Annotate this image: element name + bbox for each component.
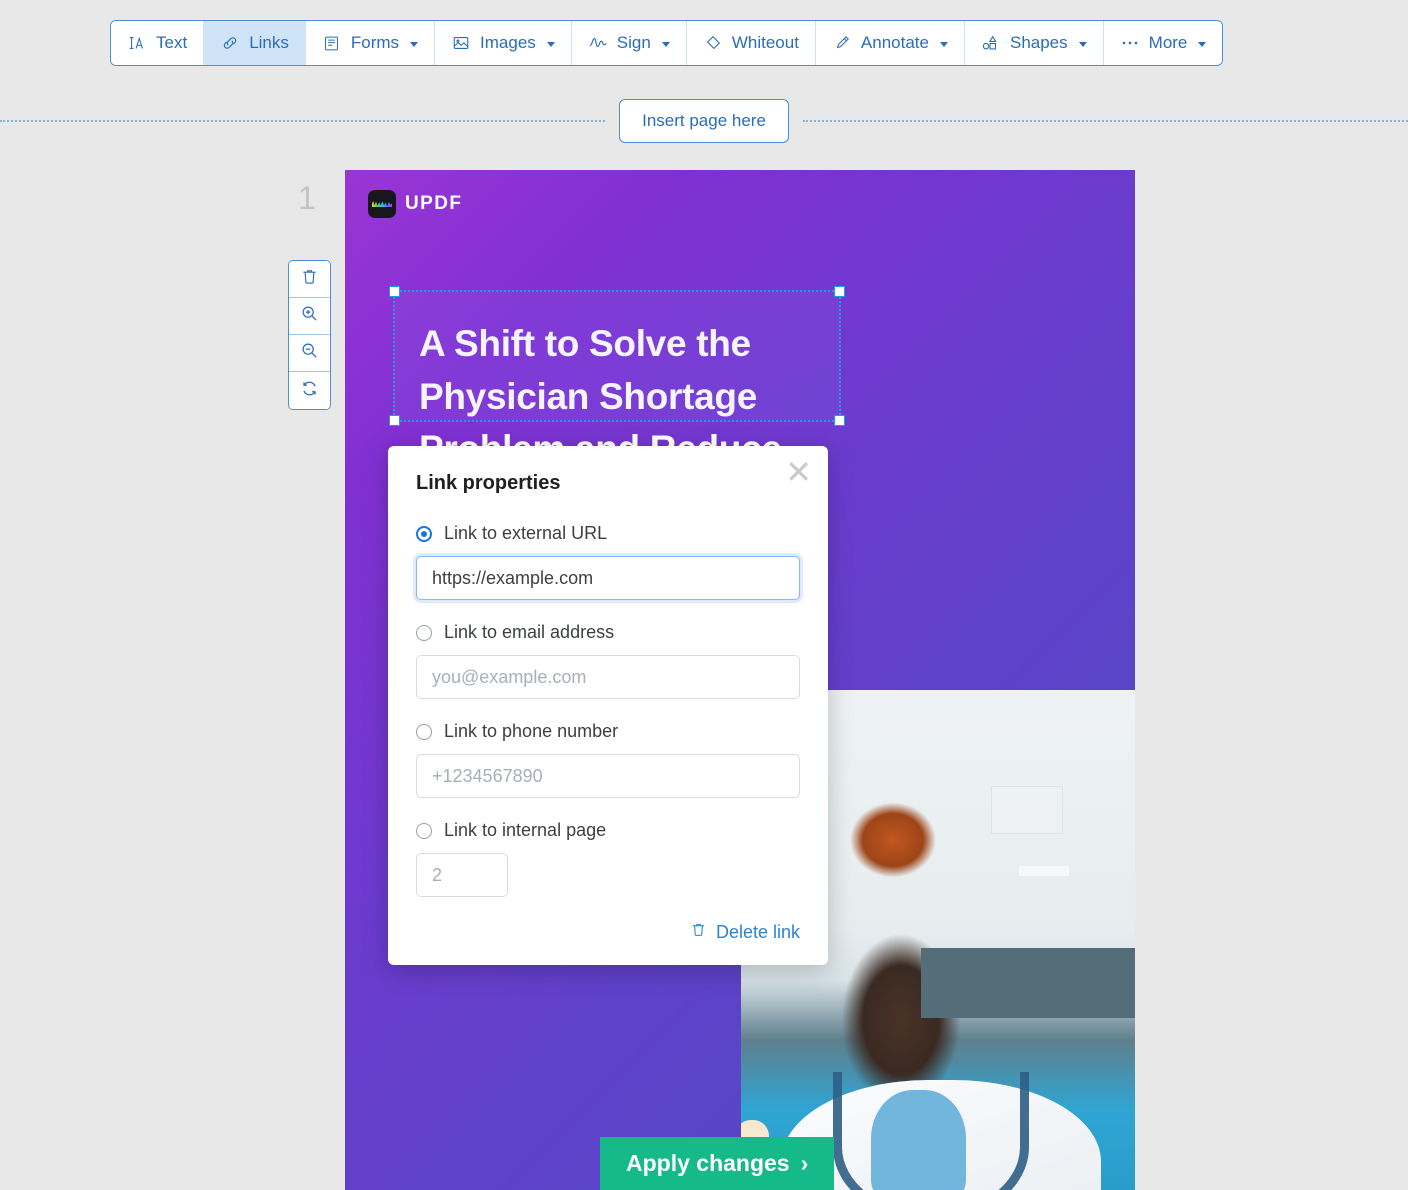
eraser-icon: [703, 33, 723, 53]
page-tool-strip: [288, 260, 331, 410]
updf-mark-icon: [368, 190, 396, 218]
chevron-right-icon: ›: [800, 1150, 809, 1176]
trash-icon: [690, 921, 707, 943]
form-icon: [322, 33, 342, 53]
link-properties-dialog: ✕ Link properties Link to external URL L…: [388, 446, 828, 965]
insert-page-divider: Insert page here: [0, 98, 1408, 143]
toolbar-label-links: Links: [249, 33, 289, 52]
toolbar-button-forms[interactable]: Forms: [305, 21, 436, 65]
rotate-page-button[interactable]: [289, 372, 330, 409]
photo-wall-sign: [991, 786, 1063, 834]
photo-stethoscope: [833, 1072, 1029, 1190]
radio-phone[interactable]: [416, 723, 432, 740]
label-phone: Link to phone number: [444, 721, 619, 741]
internal-page-input[interactable]: [416, 853, 508, 897]
toolbar-button-text[interactable]: Text: [111, 21, 205, 65]
insert-page-button[interactable]: Insert page here: [619, 98, 789, 143]
toolbar-label-text: Text: [156, 33, 188, 52]
dialog-title: Link properties: [416, 472, 561, 494]
toolbar-button-images[interactable]: Images: [435, 21, 572, 65]
zoom-in-icon: [300, 304, 319, 328]
rotate-icon: [300, 379, 319, 403]
shapes-icon: [981, 33, 1001, 53]
toolbar-label-forms: Forms: [350, 33, 400, 52]
chevron-down-icon: [1198, 41, 1207, 47]
selection-handle-top-right[interactable]: [834, 286, 845, 297]
photo-exam-bed: [921, 948, 1135, 1018]
delete-link-button[interactable]: Delete link: [416, 921, 800, 943]
email-input[interactable]: [416, 655, 800, 699]
label-external-url: Link to external URL: [444, 523, 608, 543]
delete-link-label: Delete link: [715, 921, 800, 942]
updf-logo: UPDF: [368, 190, 462, 218]
toolbar-label-annotate: Annotate: [860, 33, 929, 52]
image-icon: [451, 33, 471, 53]
trash-icon: [300, 267, 319, 291]
label-email: Link to email address: [444, 622, 615, 642]
close-icon[interactable]: ✕: [785, 456, 812, 488]
toolbar-button-links[interactable]: Links: [204, 21, 306, 65]
label-internal-page: Link to internal page: [444, 820, 607, 840]
link-selection-box[interactable]: [389, 286, 845, 426]
chevron-down-icon: [1078, 41, 1087, 47]
selection-handle-bottom-right[interactable]: [834, 415, 845, 426]
toolbar-label-shapes: Shapes: [1009, 33, 1068, 52]
highlighter-icon: [832, 33, 852, 53]
radio-external-url[interactable]: [416, 525, 432, 542]
delete-page-button[interactable]: [289, 261, 330, 298]
ellipsis-icon: [1120, 33, 1140, 53]
chevron-down-icon: [546, 41, 555, 47]
signature-icon: [588, 33, 608, 53]
toolbar-label-images: Images: [480, 33, 536, 52]
divider-line-left: [0, 119, 606, 122]
text-format-icon: [127, 33, 147, 53]
zoom-out-icon: [300, 341, 319, 365]
option-row-email[interactable]: Link to email address: [416, 622, 800, 643]
option-row-internal-page[interactable]: Link to internal page: [416, 820, 800, 841]
toolbar-label-more: More: [1148, 33, 1188, 52]
radio-email[interactable]: [416, 624, 432, 641]
divider-line-right: [802, 119, 1408, 122]
radio-internal-page[interactable]: [416, 822, 432, 839]
photo-wall-fixture: [1019, 866, 1069, 876]
toolbar-label-sign: Sign: [616, 33, 651, 52]
option-row-phone[interactable]: Link to phone number: [416, 721, 800, 742]
toolbar-button-sign[interactable]: Sign: [571, 21, 687, 65]
apply-changes-button[interactable]: Apply changes ›: [600, 1137, 835, 1190]
external-url-input[interactable]: [416, 556, 800, 600]
toolbar-label-whiteout: Whiteout: [731, 33, 799, 52]
selection-handle-top-left[interactable]: [389, 286, 400, 297]
chevron-down-icon: [661, 41, 670, 47]
toolbar-button-more[interactable]: More: [1103, 21, 1223, 65]
option-row-external-url[interactable]: Link to external URL: [416, 523, 800, 544]
zoom-in-page-button[interactable]: [289, 298, 330, 335]
selection-handle-bottom-left[interactable]: [389, 415, 400, 426]
link-chain-icon: [220, 33, 240, 53]
page-number-label: 1: [298, 180, 316, 216]
zoom-out-page-button[interactable]: [289, 335, 330, 372]
editor-toolbar: Text Links Forms Images Sign Whiteout An…: [110, 20, 1224, 66]
toolbar-button-shapes[interactable]: Shapes: [964, 21, 1104, 65]
chevron-down-icon: [939, 41, 948, 47]
updf-logo-text: UPDF: [405, 193, 463, 214]
toolbar-button-annotate[interactable]: Annotate: [815, 21, 965, 65]
apply-changes-label: Apply changes: [626, 1150, 790, 1176]
phone-input[interactable]: [416, 754, 800, 798]
toolbar-button-whiteout[interactable]: Whiteout: [686, 21, 816, 65]
chevron-down-icon: [410, 41, 419, 47]
